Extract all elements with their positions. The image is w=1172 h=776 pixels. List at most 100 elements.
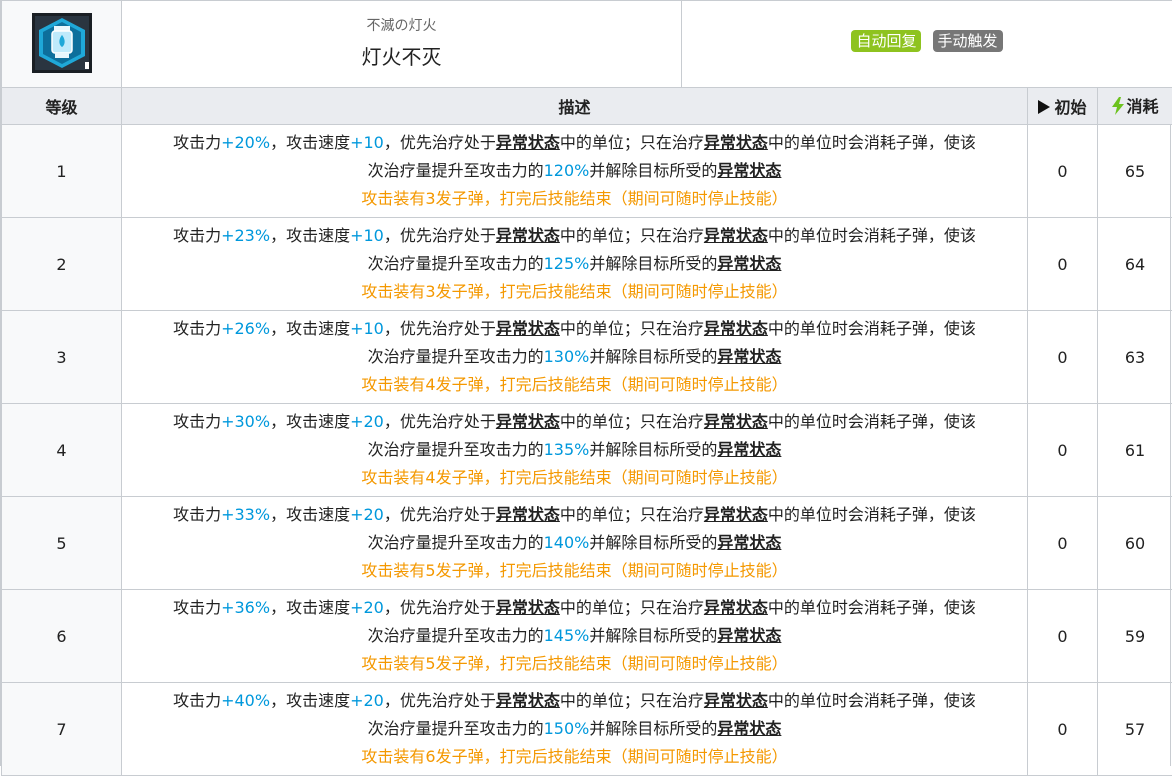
description-text: 并解除目标所受的 (589, 533, 717, 552)
description-text: 攻击力 (173, 412, 221, 431)
skill-table: 不滅の灯火 灯火不灭 自动回复 手动触发 等级 描述 初始 消耗 1 攻击力+2… (1, 0, 1172, 776)
description-text: ，优先治疗处于 (384, 691, 496, 710)
skill-table-container: 不滅の灯火 灯火不灭 自动回复 手动触发 等级 描述 初始 消耗 1 攻击力+2… (0, 0, 1171, 766)
play-triangle-icon (1038, 100, 1050, 114)
aspd-bonus: +20 (350, 505, 384, 524)
description-text: 并解除目标所受的 (589, 161, 717, 180)
lantern-icon (31, 12, 93, 74)
initial-sp-cell: 0 (1028, 125, 1098, 218)
term-abnormal-status[interactable]: 异常状态 (704, 412, 768, 431)
description-text: ，攻击速度 (270, 226, 350, 245)
level-value: 5 (56, 534, 66, 553)
term-abnormal-status[interactable]: 异常状态 (496, 133, 560, 152)
table-row: 6 攻击力+36%，攻击速度+20，优先治疗处于异常状态中的单位；只在治疗异常状… (2, 590, 1172, 683)
aspd-bonus: +10 (350, 319, 384, 338)
sp-cost-cell: 61 (1098, 404, 1172, 497)
heal-percent: 130% (544, 347, 590, 366)
description-text: 中的单位；只在治疗 (560, 505, 704, 524)
level-cell: 6 (2, 590, 122, 683)
term-abnormal-status[interactable]: 异常状态 (496, 505, 560, 524)
description-text: ，攻击速度 (270, 598, 350, 617)
term-abnormal-status[interactable]: 异常状态 (496, 691, 560, 710)
ammo-count: 5 (425, 654, 435, 673)
term-abnormal-status[interactable]: 异常状态 (717, 719, 781, 738)
description-line-2: 次治疗量提升至攻击力的150%并解除目标所受的异常状态 (130, 715, 1019, 743)
initial-sp-cell: 0 (1028, 404, 1098, 497)
term-abnormal-status[interactable]: 异常状态 (496, 598, 560, 617)
skill-info-row: 不滅の灯火 灯火不灭 自动回复 手动触发 (2, 1, 1172, 88)
sp-cost-value: 61 (1125, 441, 1145, 460)
sp-cost-value: 60 (1125, 534, 1145, 553)
term-abnormal-status[interactable]: 异常状态 (717, 440, 781, 459)
description-line-1: 攻击力+20%，攻击速度+10，优先治疗处于异常状态中的单位；只在治疗异常状态中… (130, 129, 1019, 157)
description-line-2: 次治疗量提升至攻击力的135%并解除目标所受的异常状态 (130, 436, 1019, 464)
description-text: 攻击装有 (361, 468, 425, 487)
skill-name-cell: 不滅の灯火 灯火不灭 (122, 1, 682, 88)
description-text: ，优先治疗处于 (384, 226, 496, 245)
description-ammo-line: 攻击装有6发子弹，打完后技能结束（期间可随时停止技能） (130, 743, 1019, 771)
description-text: 攻击装有 (361, 282, 425, 301)
description-text: 攻击力 (173, 319, 221, 338)
term-abnormal-status[interactable]: 异常状态 (704, 133, 768, 152)
description-cell: 攻击力+40%，攻击速度+20，优先治疗处于异常状态中的单位；只在治疗异常状态中… (122, 683, 1028, 776)
aspd-bonus: +10 (350, 226, 384, 245)
description-ammo-line: 攻击装有5发子弹，打完后技能结束（期间可随时停止技能） (130, 650, 1019, 678)
term-abnormal-status[interactable]: 异常状态 (704, 319, 768, 338)
atk-bonus: +30% (221, 412, 270, 431)
heal-percent: 120% (544, 161, 590, 180)
term-abnormal-status[interactable]: 异常状态 (717, 533, 781, 552)
description-text: 次治疗量提升至攻击力的 (368, 719, 544, 738)
description-text: 发子弹，打完后技能结束（期间可随时停止技能） (436, 747, 788, 766)
term-abnormal-status[interactable]: 异常状态 (717, 161, 781, 180)
description-text: 次治疗量提升至攻击力的 (368, 533, 544, 552)
description-line-1: 攻击力+26%，攻击速度+10，优先治疗处于异常状态中的单位；只在治疗异常状态中… (130, 315, 1019, 343)
atk-bonus: +20% (221, 133, 270, 152)
description-text: 次治疗量提升至攻击力的 (368, 440, 544, 459)
description-cell: 攻击力+26%，攻击速度+10，优先治疗处于异常状态中的单位；只在治疗异常状态中… (122, 311, 1028, 404)
sp-cost-value: 57 (1125, 720, 1145, 739)
level-cell: 1 (2, 125, 122, 218)
heal-percent: 135% (544, 440, 590, 459)
ammo-count: 4 (425, 375, 435, 394)
description-text: 次治疗量提升至攻击力的 (368, 626, 544, 645)
description-text: 中的单位；只在治疗 (560, 412, 704, 431)
term-abnormal-status[interactable]: 异常状态 (496, 319, 560, 338)
description-text: ，优先治疗处于 (384, 598, 496, 617)
term-abnormal-status[interactable]: 异常状态 (717, 347, 781, 366)
description-text: 攻击力 (173, 505, 221, 524)
term-abnormal-status[interactable]: 异常状态 (704, 505, 768, 524)
description-line-1: 攻击力+30%，攻击速度+20，优先治疗处于异常状态中的单位；只在治疗异常状态中… (130, 408, 1019, 436)
description-text: 攻击力 (173, 226, 221, 245)
description-text: 攻击力 (173, 133, 221, 152)
level-cell: 3 (2, 311, 122, 404)
level-value: 7 (56, 720, 66, 739)
atk-bonus: +40% (221, 691, 270, 710)
sp-cost-value: 64 (1125, 255, 1145, 274)
description-text: 发子弹，打完后技能结束（期间可随时停止技能） (436, 375, 788, 394)
term-abnormal-status[interactable]: 异常状态 (717, 254, 781, 273)
description-text: ，攻击速度 (270, 319, 350, 338)
term-abnormal-status[interactable]: 异常状态 (717, 626, 781, 645)
description-text: 发子弹，打完后技能结束（期间可随时停止技能） (436, 189, 788, 208)
sp-cost-cell: 63 (1098, 311, 1172, 404)
initial-sp-value: 0 (1057, 348, 1067, 367)
skill-icon-cell (2, 1, 122, 88)
atk-bonus: +26% (221, 319, 270, 338)
heal-percent: 125% (544, 254, 590, 273)
table-row: 5 攻击力+33%，攻击速度+20，优先治疗处于异常状态中的单位；只在治疗异常状… (2, 497, 1172, 590)
ammo-count: 4 (425, 468, 435, 487)
term-abnormal-status[interactable]: 异常状态 (496, 226, 560, 245)
description-text: 次治疗量提升至攻击力的 (368, 347, 544, 366)
term-abnormal-status[interactable]: 异常状态 (704, 226, 768, 245)
term-abnormal-status[interactable]: 异常状态 (496, 412, 560, 431)
description-ammo-line: 攻击装有3发子弹，打完后技能结束（期间可随时停止技能） (130, 278, 1019, 306)
sp-cost-cell: 59 (1098, 590, 1172, 683)
level-cell: 2 (2, 218, 122, 311)
term-abnormal-status[interactable]: 异常状态 (704, 691, 768, 710)
description-text: ，优先治疗处于 (384, 412, 496, 431)
description-text: ，优先治疗处于 (384, 133, 496, 152)
term-abnormal-status[interactable]: 异常状态 (704, 598, 768, 617)
table-row: 7 攻击力+40%，攻击速度+20，优先治疗处于异常状态中的单位；只在治疗异常状… (2, 683, 1172, 776)
tag-manual-trigger: 手动触发 (933, 30, 1003, 52)
level-value: 6 (56, 627, 66, 646)
